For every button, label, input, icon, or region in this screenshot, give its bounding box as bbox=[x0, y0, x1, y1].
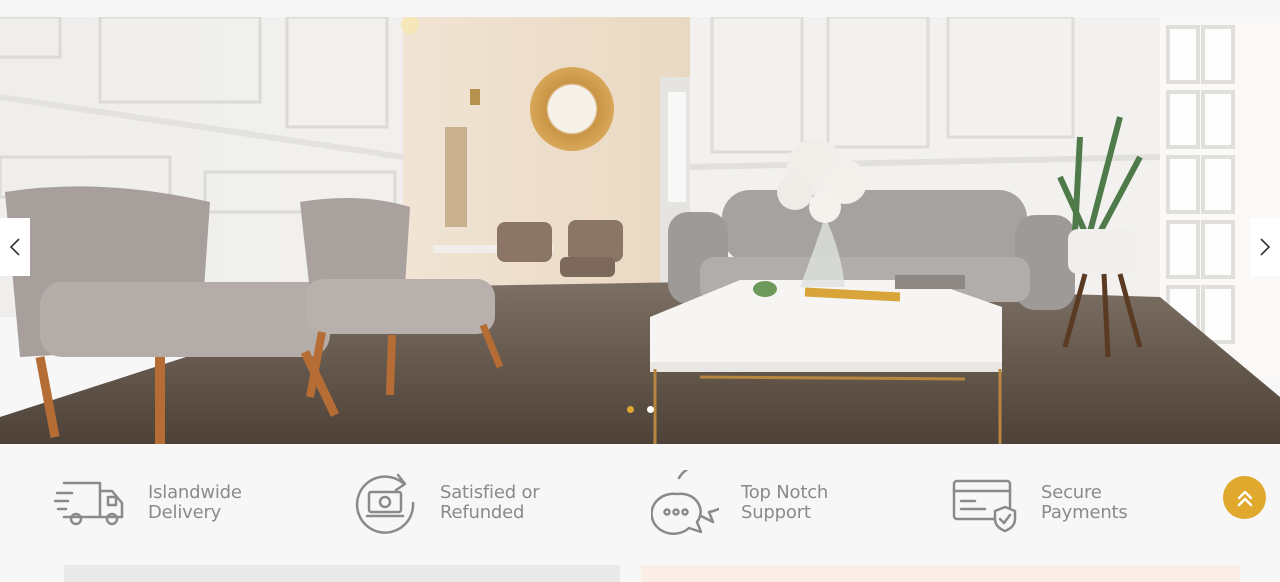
feature-support-label: Top Notch Support bbox=[741, 483, 851, 523]
feature-support-line2: Support bbox=[741, 502, 811, 523]
feature-delivery-label: Islandwide Delivery bbox=[148, 483, 258, 523]
scroll-to-top-button[interactable] bbox=[1223, 476, 1266, 519]
section-image-preview bbox=[64, 565, 620, 582]
section-panel-preview bbox=[641, 565, 1240, 582]
feature-support: Top Notch Support bbox=[651, 470, 851, 536]
slider-dot-1[interactable] bbox=[627, 406, 634, 413]
feature-payments: Secure Payments bbox=[951, 470, 1151, 536]
slider-prev-button[interactable] bbox=[0, 218, 30, 276]
slider-next-button[interactable] bbox=[1250, 218, 1280, 276]
feature-refund-line2: Refunded bbox=[440, 502, 525, 523]
slider-dots bbox=[627, 406, 654, 413]
feature-refund-label: Satisfied or Refunded bbox=[440, 483, 550, 523]
feature-payments-label: Secure Payments bbox=[1041, 483, 1151, 523]
feature-delivery: Islandwide Delivery bbox=[54, 470, 258, 536]
delivery-truck-icon bbox=[54, 481, 124, 526]
features-bar: Islandwide Delivery Satisfied or Refunde… bbox=[0, 444, 1280, 565]
feature-delivery-line2: Delivery bbox=[148, 502, 222, 523]
chat-support-icon bbox=[651, 470, 719, 535]
feature-delivery-line1: Islandwide bbox=[148, 482, 242, 503]
hero-slider[interactable] bbox=[0, 17, 1280, 444]
feature-payments-line1: Secure bbox=[1041, 482, 1102, 503]
hero-image bbox=[0, 17, 1280, 444]
feature-refund: Satisfied or Refunded bbox=[352, 470, 550, 536]
feature-support-line1: Top Notch bbox=[741, 482, 829, 503]
feature-refund-line1: Satisfied or bbox=[440, 482, 540, 503]
chevron-left-icon bbox=[9, 238, 20, 256]
refund-cycle-icon bbox=[355, 473, 415, 534]
secure-card-icon bbox=[952, 479, 1017, 533]
double-chevron-up-icon bbox=[1237, 490, 1252, 506]
slider-dot-2[interactable] bbox=[647, 406, 654, 413]
feature-payments-line2: Payments bbox=[1041, 502, 1128, 523]
chevron-right-icon bbox=[1260, 238, 1271, 256]
